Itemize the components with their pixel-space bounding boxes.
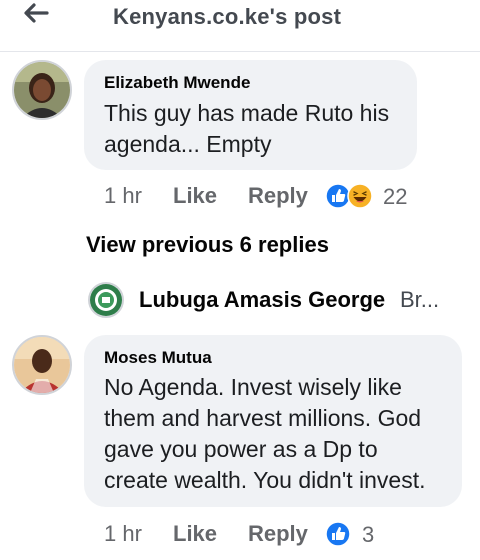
reply-snippet: Br... <box>400 287 440 312</box>
comment-author[interactable]: Moses Mutua <box>104 348 212 368</box>
like-reaction-icon <box>325 183 351 209</box>
reply-author[interactable]: Lubuga Amasis George <box>139 287 385 313</box>
comment-text-line: No Agenda. Invest wisely like <box>104 374 402 400</box>
like-button[interactable]: Like <box>173 519 217 549</box>
like-button[interactable]: Like <box>173 181 217 211</box>
view-previous-replies-link[interactable]: View previous 6 replies <box>86 232 329 258</box>
comment-text-line: create wealth. You didn't invest. <box>104 467 426 493</box>
reply-preview[interactable]: Lubuga Amasis George Br... <box>88 282 480 318</box>
reaction-count[interactable]: 3 <box>362 522 374 548</box>
comment-time[interactable]: 1 hr <box>104 519 142 549</box>
comment-time[interactable]: 1 hr <box>104 181 142 211</box>
comment-text-line: agenda... Empty <box>104 131 272 157</box>
reaction-count[interactable]: 22 <box>383 184 407 210</box>
avatar[interactable] <box>12 335 72 395</box>
avatar[interactable] <box>12 60 72 120</box>
page-title: Kenyans.co.ke's post <box>113 4 342 29</box>
reply-button[interactable]: Reply <box>248 519 308 549</box>
comment-text-line: This guy has made Ruto his <box>104 100 390 126</box>
like-reaction-icon <box>325 521 351 547</box>
comment-text-line: them and harvest millions. God <box>104 405 422 431</box>
back-arrow-icon[interactable] <box>20 0 52 30</box>
reaction-summary[interactable] <box>325 183 375 209</box>
avatar[interactable] <box>88 282 124 318</box>
haha-reaction-icon <box>347 183 373 209</box>
comment-text-line: gave you power as a Dp to <box>104 436 378 462</box>
reply-button[interactable]: Reply <box>248 181 308 211</box>
reaction-summary[interactable] <box>325 521 353 547</box>
comment-author[interactable]: Elizabeth Mwende <box>104 73 250 93</box>
post-header: Kenyans.co.ke's post <box>0 0 480 52</box>
